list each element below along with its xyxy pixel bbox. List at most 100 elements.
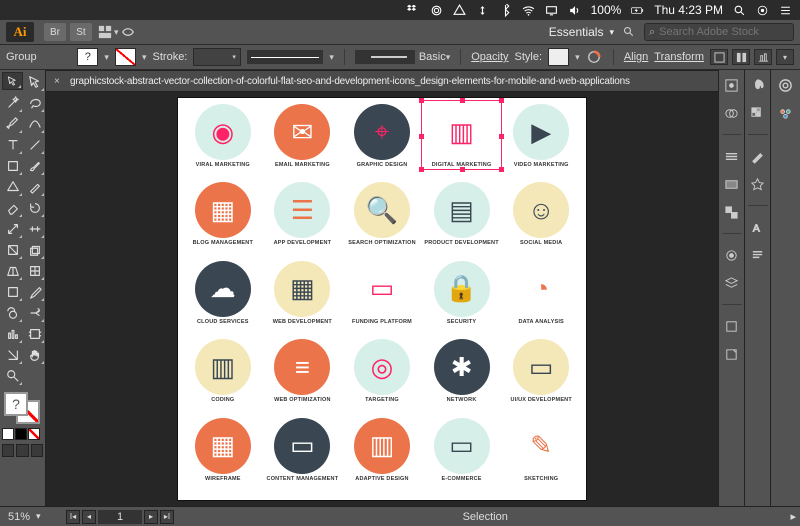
last-artboard-button[interactable]: ▸I: [160, 510, 174, 524]
zoom-tool[interactable]: [2, 366, 23, 386]
artboard-cell[interactable]: 🔍SEARCH OPTIMIZATION: [343, 182, 421, 258]
artboard-cell[interactable]: ☰APP DEVELOPMENT: [264, 182, 342, 258]
sync-icon[interactable]: [476, 4, 489, 17]
artboard-cell[interactable]: ▭CONTENT MANAGEMENT: [264, 418, 342, 494]
artboard-cell[interactable]: ☁CLOUD SERVICES: [184, 261, 262, 337]
symbol-sprayer-tool[interactable]: [24, 303, 45, 323]
notification-center-icon[interactable]: [779, 4, 792, 17]
gpu-preview-icon[interactable]: [119, 24, 137, 40]
slice-tool[interactable]: [2, 345, 23, 365]
stroke-chevron-icon[interactable]: ▾: [142, 52, 147, 63]
stroke-weight-select[interactable]: ▾: [193, 48, 241, 66]
magic-wand-tool[interactable]: [2, 93, 23, 113]
status-menu-button[interactable]: ▸: [790, 510, 796, 523]
artboard-cell[interactable]: ▥DIGITAL MARKETING: [423, 104, 501, 180]
gradient-tool[interactable]: [2, 282, 23, 302]
transform-link[interactable]: Transform: [654, 51, 704, 63]
fill-color[interactable]: ?: [4, 392, 28, 416]
artboard-cell[interactable]: ▥CODING: [184, 339, 262, 415]
align-panel-icon[interactable]: [754, 49, 772, 65]
eyedropper-tool[interactable]: [24, 282, 45, 302]
change-screen-icon[interactable]: [31, 444, 43, 457]
character-panel-icon[interactable]: A: [749, 218, 767, 236]
color-themes-icon[interactable]: [777, 104, 795, 122]
shaper-tool[interactable]: [2, 177, 23, 197]
spotlight-icon[interactable]: [733, 4, 746, 17]
artboard-cell[interactable]: 🔒SECURITY: [423, 261, 501, 337]
perspective-grid-tool[interactable]: [2, 261, 23, 281]
stroke-swatch[interactable]: [115, 48, 136, 66]
stock-button[interactable]: St: [70, 23, 92, 41]
style-chevron-icon[interactable]: ▾: [575, 52, 580, 63]
eraser-tool[interactable]: [2, 198, 23, 218]
zoom-select[interactable]: 51%▾: [0, 511, 60, 523]
symbols-panel-icon[interactable]: [749, 175, 767, 193]
transparency-panel-icon[interactable]: [723, 203, 741, 221]
isolate-group-icon[interactable]: [710, 49, 728, 65]
artboard-cell[interactable]: ▦WIREFRAME: [184, 418, 262, 494]
prev-artboard-button[interactable]: ◂: [82, 510, 96, 524]
pencil-tool[interactable]: [24, 177, 45, 197]
fill-stroke-widget[interactable]: ?: [2, 390, 44, 422]
width-tool[interactable]: [24, 219, 45, 239]
align-link[interactable]: Align: [624, 51, 648, 63]
rectangle-tool[interactable]: [2, 156, 23, 176]
recolor-artwork-icon[interactable]: [586, 49, 603, 65]
gradient-panel-icon[interactable]: [723, 175, 741, 193]
variable-width-profile[interactable]: [355, 50, 415, 64]
asset-export-icon[interactable]: [723, 345, 741, 363]
artboard-cell[interactable]: ◉VIRAL MARKETING: [184, 104, 262, 180]
appearance-panel-icon[interactable]: [723, 246, 741, 264]
color-mode-icon[interactable]: [2, 428, 14, 440]
libraries-panel-icon[interactable]: [777, 76, 795, 94]
drive-icon[interactable]: [453, 4, 466, 17]
artboard-cell[interactable]: ◔DATA ANALYSIS: [502, 261, 580, 337]
display-icon[interactable]: [545, 4, 558, 17]
artboard-cell[interactable]: ▶VIDEO MARKETING: [502, 104, 580, 180]
adobe-stock-search[interactable]: ⌕: [644, 23, 794, 41]
color-panel-icon[interactable]: [749, 76, 767, 94]
options-chevron-icon[interactable]: ▾: [776, 49, 794, 65]
opacity-link[interactable]: Opacity: [471, 51, 508, 63]
artboard-cell[interactable]: ◎TARGETING: [343, 339, 421, 415]
paragraph-panel-icon[interactable]: [749, 246, 767, 264]
artboard-cell[interactable]: ▦BLOG MANAGEMENT: [184, 182, 262, 258]
shape-builder-tool[interactable]: [24, 240, 45, 260]
stroke-panel-icon[interactable]: [723, 147, 741, 165]
artboard[interactable]: ◉VIRAL MARKETING✉EMAIL MARKETING⌖GRAPHIC…: [178, 98, 586, 500]
volume-icon[interactable]: [568, 4, 581, 17]
full-screen-icon[interactable]: [16, 444, 28, 457]
hand-tool[interactable]: [24, 345, 45, 365]
document-tab[interactable]: × graphicstock-abstract-vector-collectio…: [46, 70, 718, 92]
artboard-cell[interactable]: ▦WEB DEVELOPMENT: [264, 261, 342, 337]
wifi-icon[interactable]: [522, 4, 535, 17]
pathfinder-panel-icon[interactable]: [723, 104, 741, 122]
selection-tool[interactable]: [2, 72, 23, 90]
first-artboard-button[interactable]: I◂: [66, 510, 80, 524]
rotate-tool[interactable]: [24, 198, 45, 218]
artboard-cell[interactable]: ▤PRODUCT DEVELOPMENT: [423, 182, 501, 258]
brushes-panel-icon[interactable]: [749, 147, 767, 165]
line-segment-tool[interactable]: [24, 135, 45, 155]
close-tab-icon[interactable]: ×: [54, 76, 60, 87]
pen-tool[interactable]: [2, 114, 23, 134]
swatches-panel-icon[interactable]: [749, 104, 767, 122]
normal-screen-icon[interactable]: [2, 444, 14, 457]
artboard-cell[interactable]: ✉EMAIL MARKETING: [264, 104, 342, 180]
properties-panel-icon[interactable]: [723, 76, 741, 94]
artboards-panel-icon[interactable]: [723, 317, 741, 335]
layers-panel-icon[interactable]: [723, 274, 741, 292]
workspace-switcher[interactable]: Essentials ▾: [543, 25, 620, 39]
artboard-cell[interactable]: ✱NETWORK: [423, 339, 501, 415]
dropbox-icon[interactable]: [407, 4, 420, 17]
fill-chevron-icon[interactable]: ▾: [104, 52, 109, 63]
artboard-cell[interactable]: ⌖GRAPHIC DESIGN: [343, 104, 421, 180]
siri-icon[interactable]: [756, 4, 769, 17]
next-artboard-button[interactable]: ▸: [144, 510, 158, 524]
artboard-tool[interactable]: [24, 324, 45, 344]
bridge-button[interactable]: Br: [44, 23, 66, 41]
artboard-number[interactable]: 1: [98, 510, 142, 524]
artboard-cell[interactable]: ≡WEB OPTIMIZATION: [264, 339, 342, 415]
direct-selection-tool[interactable]: [24, 72, 45, 92]
arrange-docs-icon[interactable]: [96, 24, 114, 40]
